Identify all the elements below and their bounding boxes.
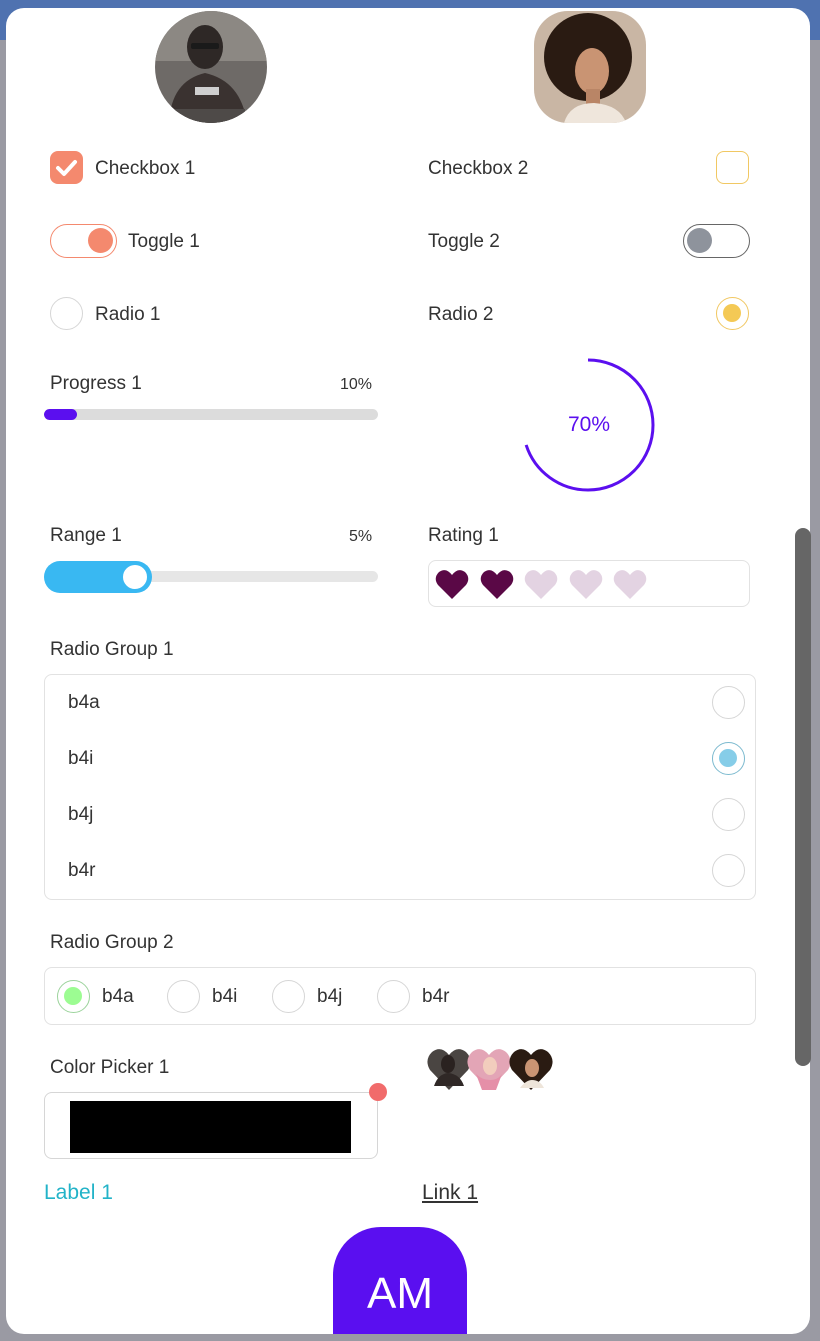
radio-button[interactable]	[377, 980, 410, 1013]
option-label: b4r	[422, 986, 450, 1007]
avatar-man[interactable]	[155, 11, 267, 123]
option-label: b4r	[68, 860, 96, 881]
radio-group-1-option[interactable]: b4i	[45, 731, 755, 787]
heart-icon[interactable]	[613, 568, 647, 600]
radio-group-1-option[interactable]: b4a	[45, 675, 755, 731]
option-label: b4j	[68, 804, 94, 825]
radio-group-1-option[interactable]: b4j	[45, 787, 755, 843]
radio-group-2: b4a b4i b4j b4r	[44, 967, 756, 1025]
avatar-heart-woman-pink[interactable]	[466, 1046, 512, 1092]
option-label: b4a	[68, 692, 100, 713]
toggle-2-label: Toggle 2	[428, 231, 500, 252]
range-1-value: 5%	[349, 528, 373, 545]
heart-icon[interactable]	[524, 568, 558, 600]
checkbox-2-label: Checkbox 2	[428, 158, 529, 179]
range-1-thumb[interactable]	[120, 562, 150, 592]
progress-1-value: 10%	[340, 376, 373, 393]
color-picker-1[interactable]	[44, 1092, 378, 1159]
checkbox-1[interactable]	[50, 151, 83, 184]
radio-dot	[723, 304, 741, 322]
heart-icon[interactable]	[435, 568, 469, 600]
avatar-group	[426, 1046, 556, 1094]
toggle-knob	[687, 228, 712, 253]
rating-1-label: Rating 1	[428, 525, 499, 546]
radio-dot	[64, 987, 82, 1005]
avatar-woman[interactable]	[534, 11, 646, 123]
radio-button-selected[interactable]	[57, 980, 90, 1013]
radio-button[interactable]	[712, 798, 745, 831]
toggle-knob	[88, 228, 113, 253]
toggle-1[interactable]	[50, 224, 117, 258]
color-picker-1-label: Color Picker 1	[50, 1057, 170, 1078]
radio-2-label: Radio 2	[428, 304, 494, 325]
radio-2[interactable]	[716, 297, 749, 330]
toggle-2[interactable]	[683, 224, 750, 258]
circular-progress-value: 70%	[567, 413, 611, 436]
radio-group-1: b4a b4i b4j b4r	[44, 674, 756, 900]
link-1[interactable]: Link 1	[422, 1181, 478, 1205]
notification-dot	[369, 1083, 387, 1101]
radio-button[interactable]	[167, 980, 200, 1013]
range-1-label: Range 1	[50, 525, 122, 546]
initials-text: AM	[367, 1269, 433, 1318]
checkbox-2[interactable]	[716, 151, 749, 184]
option-label: b4a	[102, 986, 134, 1007]
rating-1[interactable]	[428, 560, 750, 607]
radio-button-selected[interactable]	[712, 742, 745, 775]
radio-group-1-label: Radio Group 1	[50, 639, 174, 660]
color-swatch[interactable]	[70, 1101, 351, 1153]
checkmark-icon	[56, 160, 77, 176]
radio-1[interactable]	[50, 297, 83, 330]
radio-button[interactable]	[272, 980, 305, 1013]
option-label: b4i	[212, 986, 238, 1007]
radio-button[interactable]	[712, 854, 745, 887]
radio-group-2-label: Radio Group 2	[50, 932, 174, 953]
progress-1-fill	[44, 409, 78, 420]
label-1: Label 1	[44, 1181, 113, 1204]
progress-1-track	[44, 409, 378, 420]
initials-avatar[interactable]: AM	[333, 1227, 467, 1334]
avatar-heart-woman[interactable]	[508, 1046, 554, 1092]
checkbox-1-label: Checkbox 1	[95, 158, 196, 179]
toggle-1-label: Toggle 1	[128, 231, 200, 252]
option-label: b4i	[68, 748, 94, 769]
heart-icon[interactable]	[569, 568, 603, 600]
heart-icon[interactable]	[480, 568, 514, 600]
progress-1-label: Progress 1	[50, 373, 142, 394]
radio-1-label: Radio 1	[95, 304, 161, 325]
option-label: b4j	[317, 986, 343, 1007]
scrollbar-thumb[interactable]	[795, 528, 811, 1066]
circular-progress: 70%	[519, 354, 657, 492]
radio-group-1-option[interactable]: b4r	[45, 843, 755, 899]
radio-dot	[719, 749, 737, 767]
radio-button[interactable]	[712, 686, 745, 719]
components-card: Checkbox 1 Checkbox 2 Toggle 1 Toggle 2 …	[6, 8, 810, 1334]
